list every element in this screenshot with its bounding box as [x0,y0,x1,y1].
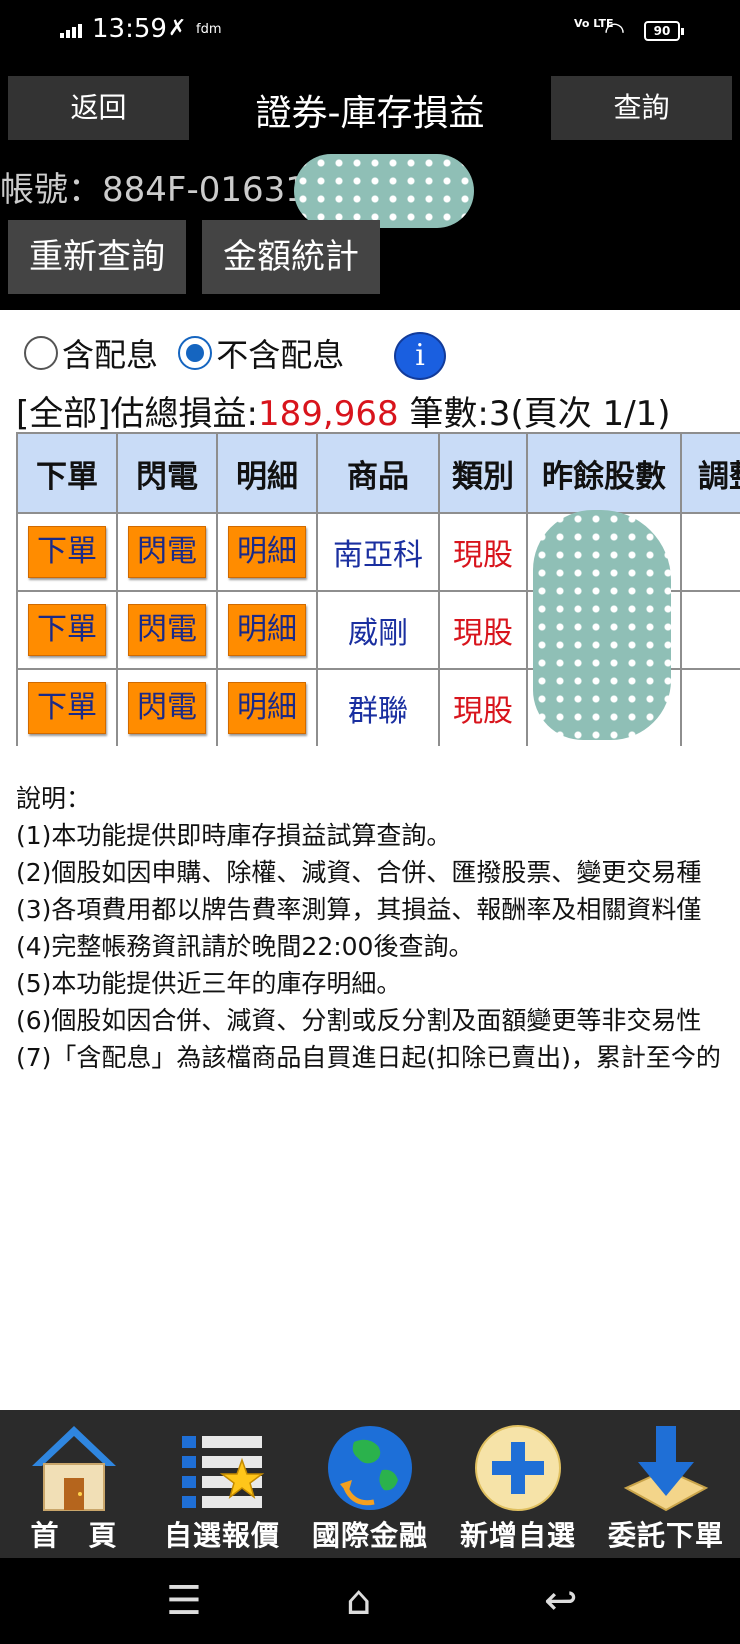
page-title: 證券-庫存損益 [255,93,485,134]
tab-home[interactable]: 首 頁 [0,1410,148,1558]
note-item: (2)個股如因申購、除權、減資、合併、匯撥股票、變更交易種 [16,858,702,887]
amount-summary-button[interactable]: 金額統計 [202,220,380,294]
download-arrow-icon [623,1426,709,1512]
notification-icon: ✗ [168,16,187,41]
home-icon [32,1426,116,1511]
order-button[interactable]: 下單 [28,682,106,734]
adjust-cell [680,590,740,670]
status-bar: 13:59 ✗ fdm Vo LTE ◠ 90 [0,0,740,62]
flash-order-button[interactable]: 閃電 [128,526,206,578]
type-cell: 現股 [438,512,528,592]
product-cell[interactable]: 群聯 [316,668,440,746]
without-dividend-label: 不含配息 [216,336,345,374]
tab-label: 新增自選 [459,1519,576,1552]
tab-label: 國際金融 [311,1519,428,1552]
summary-prefix: [全部]估總損益: [16,394,258,434]
battery-icon: 90 [644,21,684,41]
back-nav-icon[interactable]: ↩ [544,1578,578,1624]
profit-summary: [全部]估總損益:189,968 筆數:3(頁次 1/1) [16,386,671,435]
info-icon[interactable]: i [394,332,446,380]
globe-icon [328,1426,412,1510]
bottom-tab-bar: 首 頁 自選報價 國際金融 新增自選 委託下單 [0,1410,740,1558]
query-button[interactable]: 查詢 [551,76,732,140]
col-header-type: 類別 [438,432,528,514]
account-number: 帳號：884F-01631 [0,170,307,210]
without-dividend-radio[interactable] [178,336,213,370]
note-item: (3)各項費用都以牌告費率測算，其損益、報酬率及相關資料僅 [16,895,702,924]
col-header-adjust: 調整 [680,432,740,514]
notes-title: 說明： [16,784,92,813]
wifi-icon: ◠ [604,17,625,45]
notes-section: 說明： (1)本功能提供即時庫存損益試算查詢。 (2)個股如因申購、除權、減資、… [16,780,740,1076]
redaction-sticker [533,510,671,740]
note-item: (4)完整帳務資訊請於晚間22:00後查詢。 [16,932,474,961]
product-cell[interactable]: 威剛 [316,590,440,670]
tab-label: 首 頁 [30,1519,118,1552]
system-nav-bar: ☰ ⌂ ↩ [0,1558,740,1644]
adjust-cell [680,512,740,592]
order-button[interactable]: 下單 [28,526,106,578]
tab-label: 自選報價 [163,1519,280,1552]
home-nav-icon[interactable]: ⌂ [346,1578,371,1624]
tab-add-watchlist[interactable]: 新增自選 [444,1410,592,1558]
detail-button[interactable]: 明細 [228,526,306,578]
detail-button[interactable]: 明細 [228,682,306,734]
note-item: (7)「含配息」為該檔商品自買進日起(扣除已賣出)，累計至今的 [16,1043,721,1072]
flash-order-button[interactable]: 閃電 [128,604,206,656]
add-plus-icon [475,1425,561,1511]
col-header-flash: 閃電 [116,432,218,514]
tab-watchlist-quote[interactable]: 自選報價 [148,1410,296,1558]
order-button[interactable]: 下單 [28,604,106,656]
detail-button[interactable]: 明細 [228,604,306,656]
header: 返回 證券-庫存損益 查詢 帳號：884F-01631 重新查詢 金額統計 [0,62,740,310]
table-header-row: 下單 閃電 明細 商品 類別 昨餘股數 調整 [16,432,740,514]
col-header-detail: 明細 [216,432,318,514]
adjust-cell [680,668,740,746]
with-dividend-radio[interactable] [24,336,58,370]
back-button[interactable]: 返回 [8,76,189,140]
total-profit: 189,968 [257,394,399,434]
with-dividend-label: 含配息 [62,336,159,374]
clock: 13:59 [92,14,167,44]
col-header-order: 下單 [16,432,118,514]
col-header-product: 商品 [316,432,440,514]
note-item: (6)個股如因合併、減資、分割或反分割及面額變更等非交易性 [16,1006,702,1035]
tab-place-order[interactable]: 委託下單 [592,1410,740,1558]
type-cell: 現股 [438,668,528,746]
carrier-tag: fdm [196,22,222,37]
type-cell: 現股 [438,590,528,670]
flash-order-button[interactable]: 閃電 [128,682,206,734]
note-item: (5)本功能提供近三年的庫存明細。 [16,969,402,998]
redaction-sticker [294,154,474,228]
tab-label: 委託下單 [607,1519,724,1552]
note-item: (1)本功能提供即時庫存損益試算查詢。 [16,821,452,850]
dividend-filter: 含配息 不含配息 [24,330,354,380]
tab-international-finance[interactable]: 國際金融 [296,1410,444,1558]
menu-icon[interactable]: ☰ [166,1578,202,1624]
requery-button[interactable]: 重新查詢 [8,220,186,294]
col-header-prev-shares: 昨餘股數 [526,432,682,514]
summary-suffix: 筆數:3(頁次 1/1) [398,394,671,434]
signal-icon [60,22,86,38]
product-cell[interactable]: 南亞科 [316,512,440,592]
watchlist-star-icon [182,1436,265,1508]
